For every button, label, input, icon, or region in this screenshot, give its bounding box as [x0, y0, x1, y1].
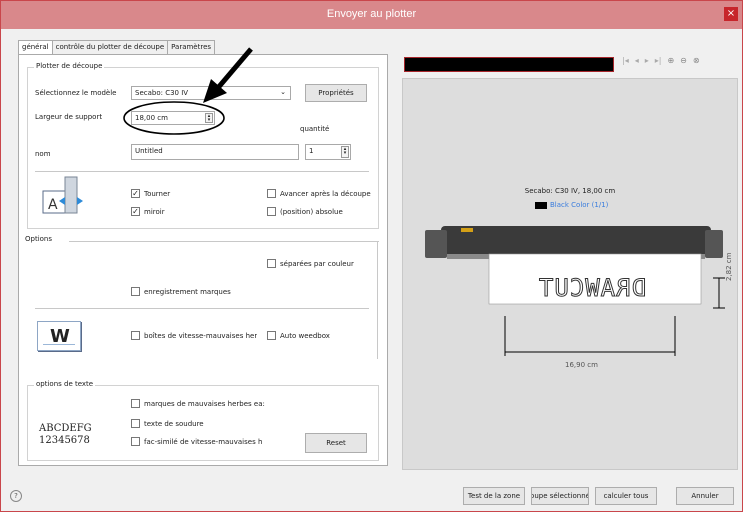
width-dimension: 16,90 cm: [565, 361, 598, 369]
quantity-input[interactable]: 1 ▴ ▾: [305, 144, 351, 160]
weld-text-label: texte de soudure: [144, 419, 204, 428]
name-input[interactable]: Untitled: [131, 144, 299, 160]
prev-page-icon[interactable]: ◂: [635, 56, 639, 70]
width-label: Largeur de support: [35, 113, 103, 121]
test-zone-button[interactable]: Test de la zone: [463, 487, 525, 505]
quantity-input-value: 1: [309, 147, 314, 155]
plotter-separator: [35, 171, 369, 172]
device-caption: Secabo: C30 IV, 18,00 cm: [524, 187, 616, 195]
absolute-checkbox[interactable]: (position) absolue: [267, 207, 343, 216]
options-legend: Options: [23, 235, 55, 243]
weed-box-icon: W: [37, 321, 81, 351]
chevron-down-icon: ⌄: [280, 88, 286, 96]
layer-swatch: [535, 201, 547, 209]
next-page-icon[interactable]: ▸: [645, 56, 649, 70]
window-title: Envoyer au plotter: [326, 8, 417, 20]
quantity-spinner-icon[interactable]: ▴ ▾: [341, 146, 349, 158]
font-sample-line1: ABCDEFG: [39, 423, 92, 434]
reset-button[interactable]: Reset: [305, 433, 367, 453]
layer-label: Black Color (1/1): [550, 201, 609, 209]
preview-toolbar-bar: [404, 57, 614, 72]
first-page-icon[interactable]: |◂: [622, 56, 629, 70]
advance-label: Avancer après la découpe: [280, 189, 371, 198]
close-button[interactable]: ×: [724, 7, 738, 21]
layer-legend: Black Color (1/1): [535, 201, 608, 209]
model-label: Sélectionnez le modèle: [35, 89, 117, 97]
preview-nav: |◂ ◂ ▸ ▸| ⊕ ⊖ ⊗: [622, 56, 742, 70]
facsimile-label: fac-similé de vitesse-mauvaises h: [144, 437, 263, 446]
cut-selection-button[interactable]: oupe sélectionné: [531, 487, 589, 505]
weed-marks-label: marques de mauvaises herbes ea:: [144, 399, 265, 408]
auto-weedbox-checkbox[interactable]: Auto weedbox: [267, 331, 330, 340]
separate-color-label: séparées par couleur: [280, 259, 354, 268]
help-icon[interactable]: ?: [10, 490, 22, 502]
rotate-checkbox[interactable]: ✓ Tourner: [131, 189, 170, 198]
facsimile-checkbox[interactable]: fac-similé de vitesse-mauvaises h: [131, 437, 262, 446]
weed-boxes-label: boîtes de vitesse-mauvaises her: [144, 331, 258, 340]
title-bar: Envoyer au plotter ×: [1, 1, 742, 29]
fit-icon[interactable]: ⊗: [693, 56, 700, 70]
advance-checkbox[interactable]: Avancer après la découpe: [267, 189, 371, 198]
cancel-button[interactable]: Annuler: [676, 487, 734, 505]
last-page-icon[interactable]: ▸|: [655, 56, 662, 70]
zoom-out-icon[interactable]: ⊖: [680, 56, 687, 70]
properties-button[interactable]: Propriétés: [305, 84, 367, 102]
weed-boxes-checkbox[interactable]: boîtes de vitesse-mauvaises her: [131, 331, 257, 340]
check-icon: ✓: [131, 189, 140, 198]
zoom-in-icon[interactable]: ⊕: [667, 56, 674, 70]
dimension-lines: [504, 277, 725, 356]
name-label: nom: [35, 150, 51, 158]
rotate-label: Tourner: [144, 189, 171, 198]
text-options-legend: options de texte: [34, 380, 96, 388]
weld-text-checkbox[interactable]: texte de soudure: [131, 419, 204, 428]
height-dimension: 2,82 cm: [725, 252, 733, 281]
svg-text:A: A: [48, 197, 58, 213]
font-sample: ABCDEFG 12345678: [39, 423, 92, 447]
auto-weedbox-label: Auto weedbox: [280, 331, 330, 340]
annotation-highlight: [123, 47, 253, 135]
general-panel: Plotter de découpe Sélectionnez le modèl…: [18, 47, 388, 466]
font-sample-line2: 12345678: [39, 435, 90, 446]
rotate-mirror-icon: A: [35, 175, 89, 215]
preview-panel: Secabo: C30 IV, 18,00 cm Black Color (1/…: [402, 78, 738, 470]
tab-general[interactable]: général: [18, 40, 53, 55]
registration-marks-checkbox[interactable]: enregistrement marques: [131, 287, 231, 296]
plotter-legend: Plotter de découpe: [34, 62, 105, 70]
mirror-checkbox[interactable]: ✓ miroir: [131, 207, 165, 216]
mirror-label: miroir: [144, 207, 165, 216]
check-icon: ✓: [131, 207, 140, 216]
absolute-label: (position) absolue: [280, 207, 343, 216]
quantity-label: quantité: [300, 125, 330, 133]
compute-all-button[interactable]: calculer tous: [595, 487, 657, 505]
weed-marks-checkbox[interactable]: marques de mauvaises herbes ea:: [131, 399, 265, 408]
registration-marks-label: enregistrement marques: [144, 287, 231, 296]
separate-color-checkbox[interactable]: séparées par couleur: [267, 259, 354, 268]
